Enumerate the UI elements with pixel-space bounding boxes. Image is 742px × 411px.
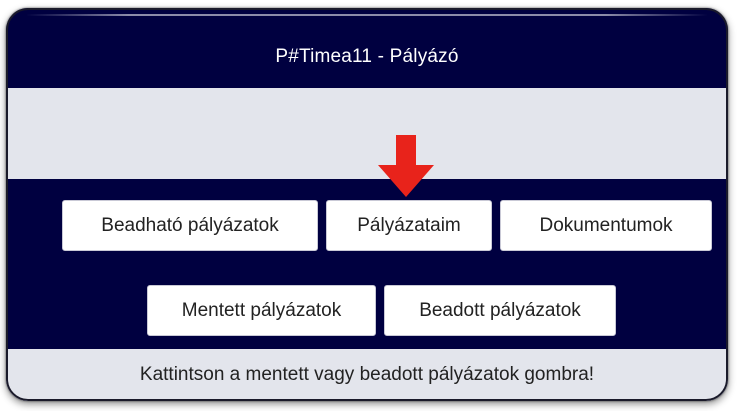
footer-message: Kattintson a mentett vagy beadott pályáz… <box>6 349 728 401</box>
app-window: P#Timea11 - Pályázó Beadható pályázatok … <box>6 8 728 401</box>
info-band <box>6 88 728 179</box>
documents-button[interactable]: Dokumentumok <box>500 200 712 251</box>
submitted-applications-button[interactable]: Beadott pályázatok <box>384 285 616 336</box>
down-arrow-icon <box>378 135 434 197</box>
window-highlight <box>26 14 708 16</box>
saved-applications-button[interactable]: Mentett pályázatok <box>147 285 376 336</box>
nav-button-area: Beadható pályázatok Pályázataim Dokument… <box>6 179 728 349</box>
page-title: P#Timea11 - Pályázó <box>275 46 459 67</box>
my-applications-button[interactable]: Pályázataim <box>326 200 492 251</box>
arrow-shape <box>378 135 434 197</box>
submittable-applications-button[interactable]: Beadható pályázatok <box>62 200 318 251</box>
